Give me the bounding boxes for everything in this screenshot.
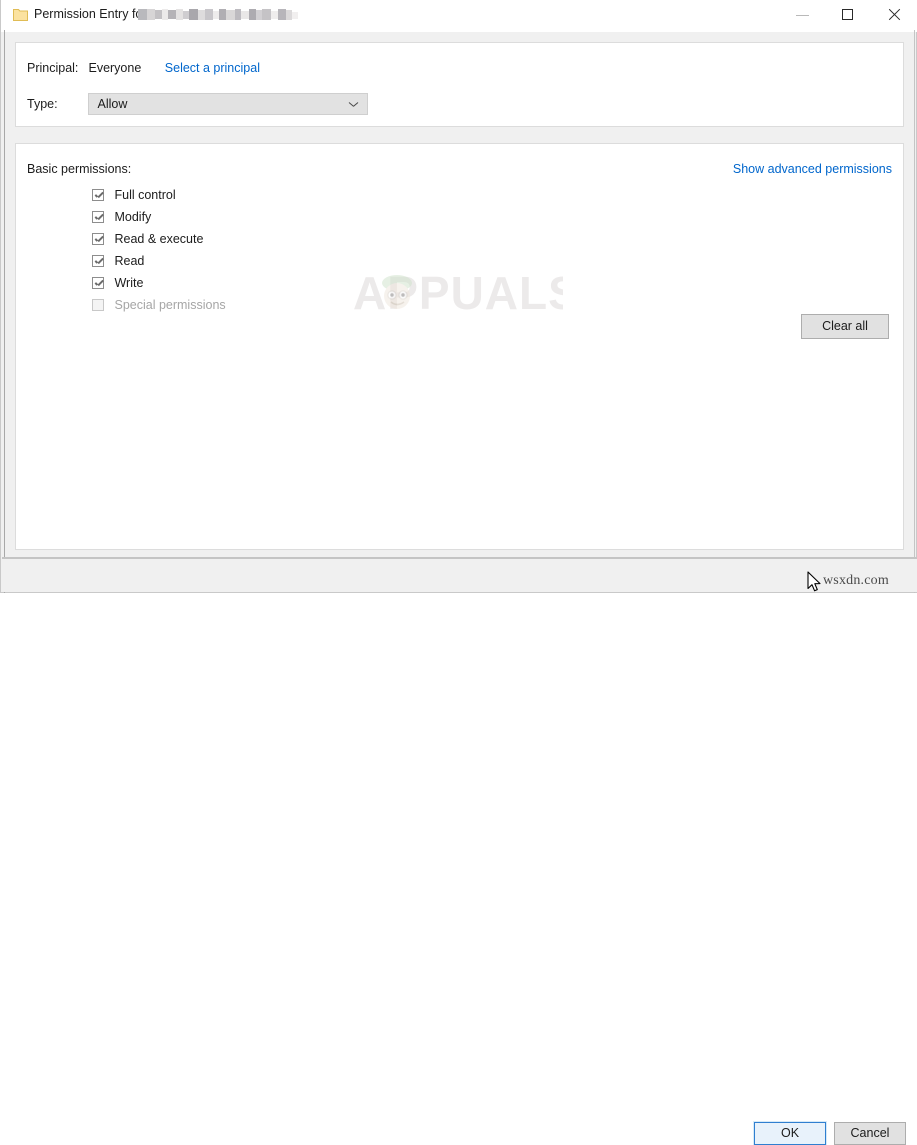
permission-item-full-control[interactable]: Full control: [92, 184, 226, 206]
checkbox-full-control[interactable]: [92, 189, 104, 201]
permission-label: Full control: [114, 188, 176, 202]
close-icon: [887, 8, 901, 22]
principal-row: Principal: Everyone Select a principal: [27, 61, 260, 79]
maximize-icon: [842, 9, 853, 20]
permission-item-read[interactable]: Read: [92, 250, 226, 272]
principal-value: Everyone: [88, 61, 142, 75]
checkbox-special-permissions: [92, 299, 104, 311]
cancel-button[interactable]: Cancel: [834, 1122, 906, 1145]
permission-label: Special permissions: [114, 298, 226, 312]
permission-item-read-execute[interactable]: Read & execute: [92, 228, 226, 250]
ok-button[interactable]: OK: [753, 1121, 827, 1145]
folder-icon: [13, 8, 28, 21]
permission-entry-dialog: Permission Entry for Principal: Everyone…: [0, 0, 917, 1145]
dialog-footer: OK Cancel: [2, 559, 917, 1145]
permission-item-special-permissions: Special permissions: [92, 294, 226, 316]
type-row: Type: Allow: [27, 93, 369, 115]
checkbox-read[interactable]: [92, 255, 104, 267]
redacted-title-value: [138, 7, 298, 22]
permission-label: Read: [114, 254, 145, 268]
title-bar: Permission Entry for: [1, 0, 917, 32]
principal-group: Principal: Everyone Select a principal T…: [15, 42, 904, 127]
checkbox-write[interactable]: [92, 277, 104, 289]
select-a-principal-link[interactable]: Select a principal: [165, 61, 260, 75]
window-border-left: [4, 30, 5, 593]
type-label: Type:: [27, 97, 58, 111]
close-button[interactable]: [872, 0, 917, 30]
permission-label: Read & execute: [114, 232, 204, 246]
principal-label: Principal:: [27, 61, 79, 75]
maximize-button[interactable]: [826, 0, 872, 30]
type-select-value: Allow: [97, 97, 128, 111]
basic-permissions-list: Full control Modify Read & execute Read …: [92, 184, 226, 316]
chevron-down-icon: [349, 102, 358, 107]
show-advanced-permissions-link[interactable]: Show advanced permissions: [733, 162, 892, 176]
permission-item-modify[interactable]: Modify: [92, 206, 226, 228]
minimize-icon: [796, 15, 809, 16]
clear-all-button[interactable]: Clear all: [801, 314, 889, 339]
permission-label: Write: [114, 276, 144, 290]
permission-label: Modify: [114, 210, 152, 224]
permissions-group: Basic permissions: Show advanced permiss…: [15, 143, 904, 550]
type-select[interactable]: Allow: [88, 93, 369, 115]
checkbox-read-execute[interactable]: [92, 233, 104, 245]
checkbox-modify[interactable]: [92, 211, 104, 223]
permission-item-write[interactable]: Write: [92, 272, 226, 294]
basic-permissions-label: Basic permissions:: [27, 162, 132, 176]
window-title: Permission Entry for: [34, 7, 147, 21]
minimize-button[interactable]: [780, 0, 826, 30]
window-border-right: [914, 30, 915, 593]
